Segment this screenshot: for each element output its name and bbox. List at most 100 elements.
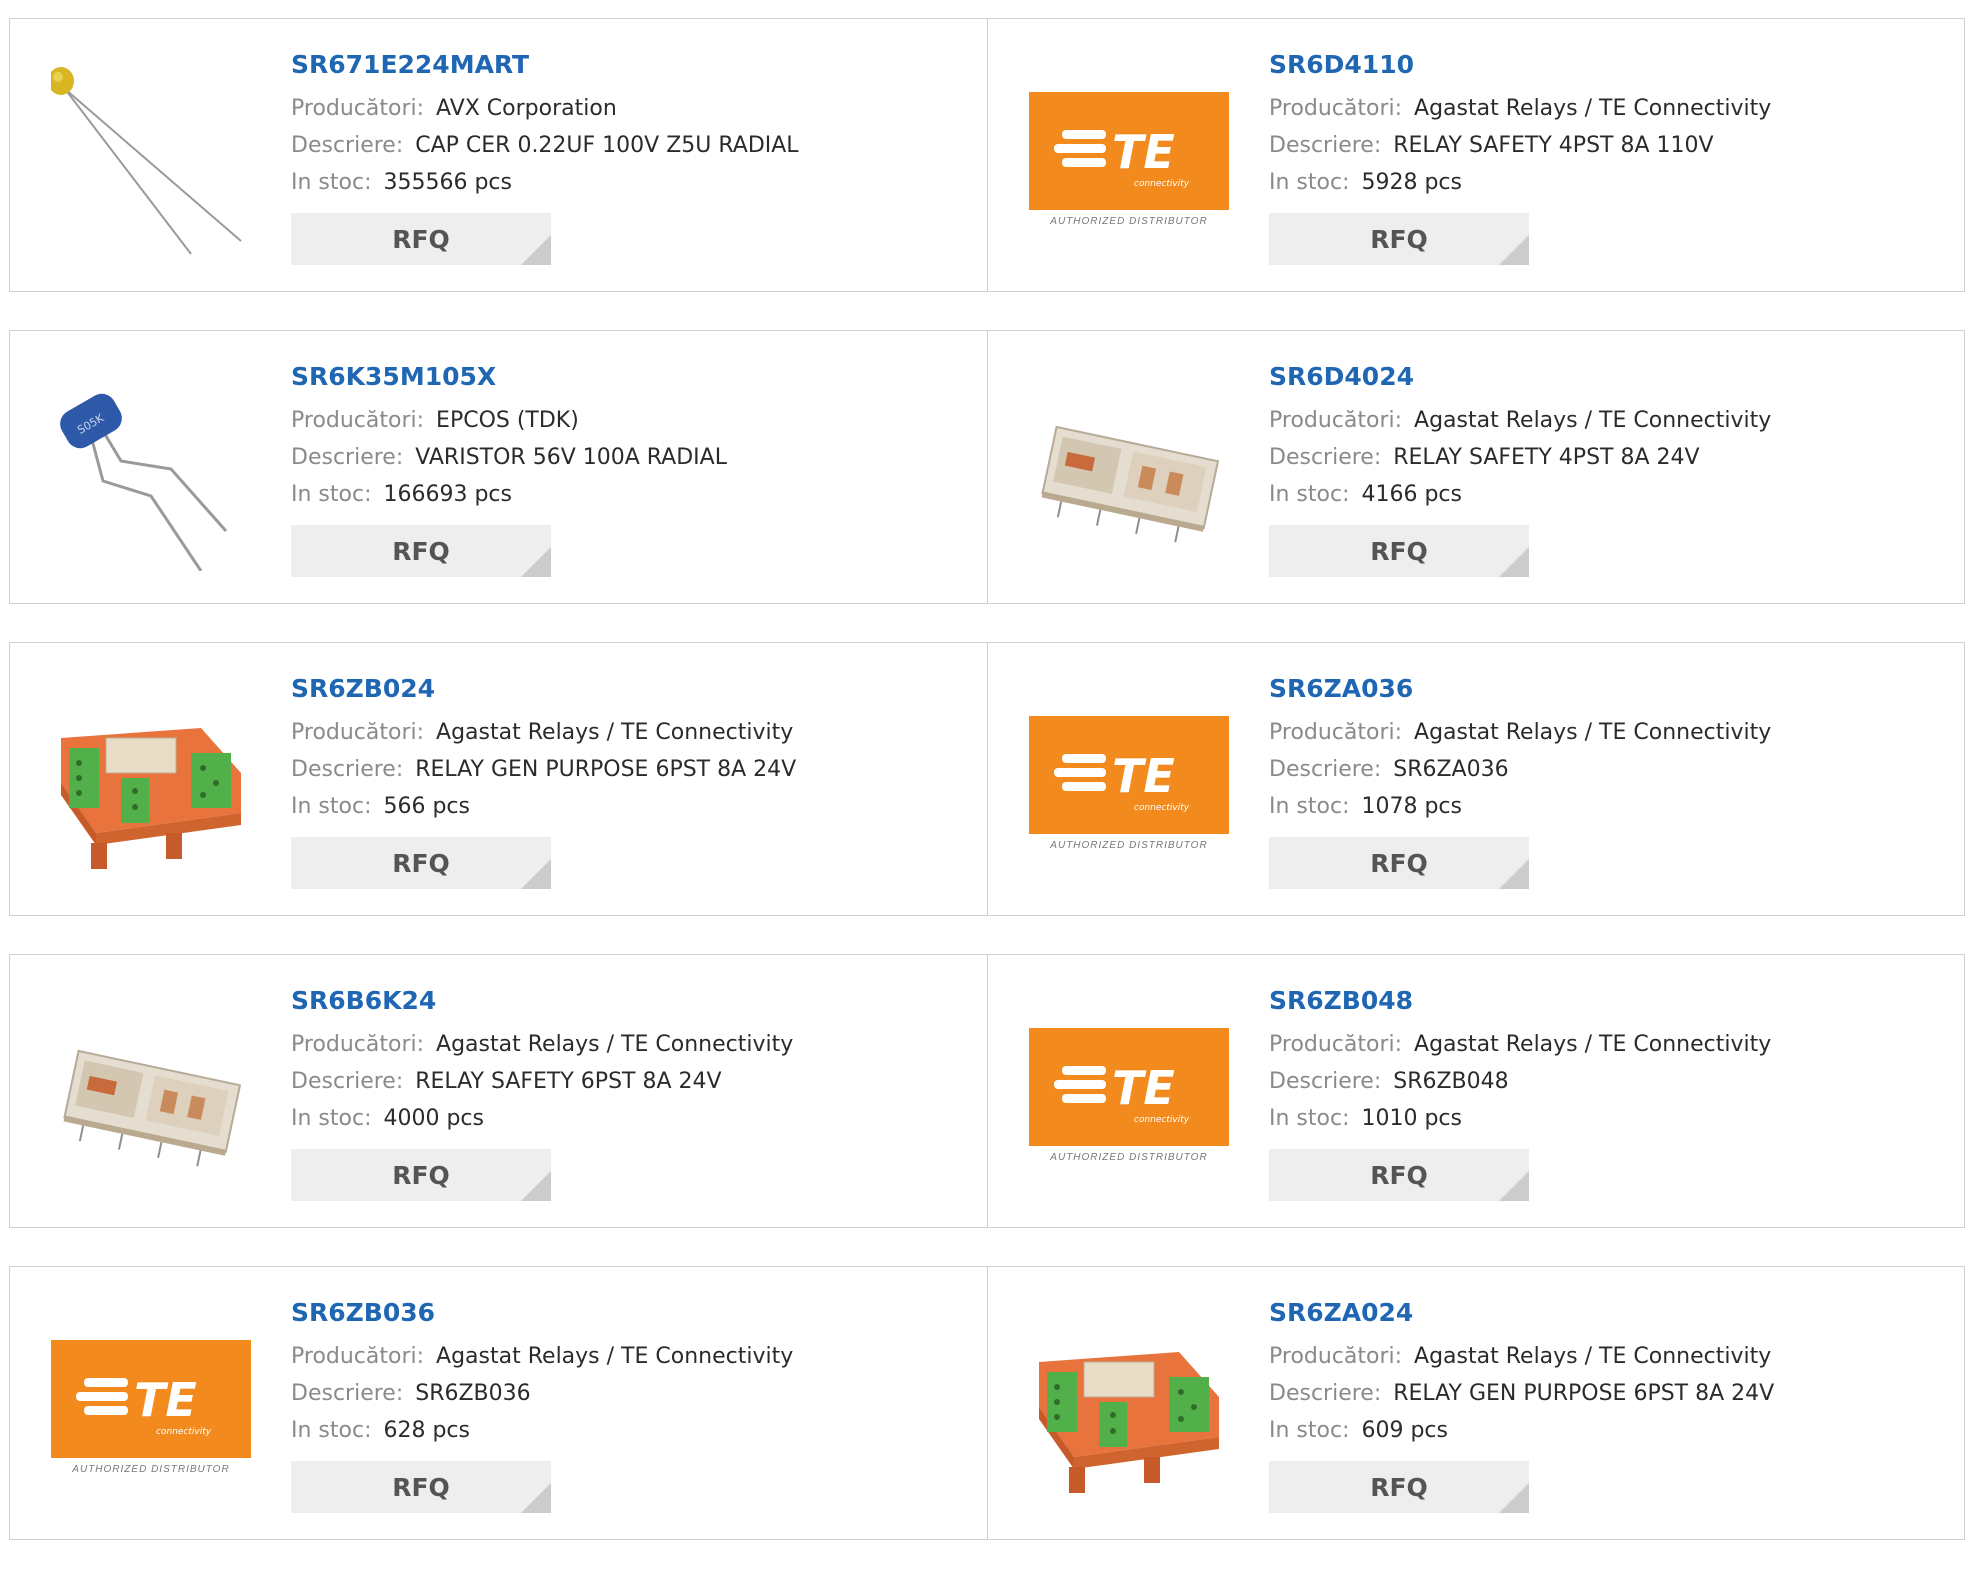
relay-module-image[interactable] — [51, 683, 251, 883]
rfq-button[interactable]: RFQ — [1269, 1149, 1529, 1201]
description-line: Descriere: RELAY SAFETY 4PST 8A 110V — [1269, 127, 1954, 164]
part-number-link[interactable]: SR6D4024 — [1269, 359, 1954, 395]
rfq-button[interactable]: RFQ — [291, 525, 551, 577]
authorized-distributor-label: AUTHORIZED DISTRIBUTOR — [1050, 839, 1208, 851]
manufacturer-line: Producători: EPCOS (TDK) — [291, 402, 977, 439]
manufacturer-value: Agastat Relays / TE Connectivity — [1414, 1344, 1772, 1369]
rfq-button-label: RFQ — [1370, 1160, 1428, 1190]
product-card: SR6D4024 Producători: Agastat Relays / TE… — [987, 331, 1964, 603]
description-line: Descriere: RELAY SAFETY 4PST 8A 24V — [1269, 439, 1954, 476]
corner-triangle-icon — [1499, 1171, 1529, 1201]
rfq-button[interactable]: RFQ — [1269, 525, 1529, 577]
stock-value: 4000 pcs — [383, 1106, 484, 1131]
manufacturer-value: Agastat Relays / TE Connectivity — [1414, 408, 1772, 433]
description-line: Descriere: SR6ZB048 — [1269, 1063, 1954, 1100]
product-card: SR6B6K24 Producători: Agastat Relays / TE… — [10, 955, 987, 1227]
description-label: Descriere: — [291, 1069, 404, 1094]
te-logo-box: TE connectivity — [1029, 91, 1229, 210]
description-label: Descriere: — [291, 757, 404, 782]
manufacturer-value: Agastat Relays / TE Connectivity — [1414, 1032, 1772, 1057]
description-value: SR6ZB048 — [1393, 1069, 1509, 1094]
stock-value: 1010 pcs — [1361, 1106, 1462, 1131]
product-row: SR6B6K24 Producători: Agastat Relays / TE… — [9, 954, 1965, 1228]
svg-text:TE: TE — [1112, 1061, 1175, 1115]
product-card: SR671E224MART Producători: AVX Corporatio… — [10, 19, 987, 291]
stock-label: In stoc: — [1269, 482, 1350, 507]
part-number-link[interactable]: SR671E224MART — [291, 47, 977, 83]
authorized-distributor-label: AUTHORIZED DISTRIBUTOR — [1050, 215, 1208, 227]
corner-triangle-icon — [1499, 235, 1529, 265]
stock-label: In stoc: — [291, 1418, 372, 1443]
safety-relay-image[interactable] — [1029, 371, 1229, 571]
description-line: Descriere: SR6ZB036 — [291, 1375, 977, 1412]
product-row: TE connectivity AUTHORIZED DISTRIBUTOR SR6… — [9, 1266, 1965, 1540]
relay-module-image[interactable] — [1029, 1307, 1229, 1507]
stock-label: In stoc: — [1269, 1106, 1350, 1131]
part-number-link[interactable]: SR6ZA024 — [1269, 1295, 1954, 1331]
te-logo-image[interactable]: TE connectivity AUTHORIZED DISTRIBUTOR — [1029, 59, 1229, 259]
stock-line: In stoc: 5928 pcs — [1269, 164, 1954, 201]
safety-relay-image[interactable] — [51, 995, 251, 1195]
product-row: S05K SR6K35M105X Producători: EPCOS (TDK)… — [9, 330, 1965, 604]
te-logo-image[interactable]: TE connectivity AUTHORIZED DISTRIBUTOR — [51, 1307, 251, 1507]
svg-text:connectivity: connectivity — [1134, 1115, 1190, 1125]
description-line: Descriere: RELAY GEN PURPOSE 6PST 8A 24V — [291, 751, 977, 788]
description-value: VARISTOR 56V 100A RADIAL — [415, 445, 727, 470]
rfq-button[interactable]: RFQ — [1269, 1461, 1529, 1513]
part-number-link[interactable]: SR6D4110 — [1269, 47, 1954, 83]
manufacturer-line: Producători: Agastat Relays / TE Connecti… — [1269, 1338, 1954, 1375]
part-number-link[interactable]: SR6ZA036 — [1269, 671, 1954, 707]
part-number-link[interactable]: SR6ZB024 — [291, 671, 977, 707]
part-number-link[interactable]: SR6ZB036 — [291, 1295, 977, 1331]
manufacturer-label: Producători: — [1269, 720, 1403, 745]
part-number-link[interactable]: SR6B6K24 — [291, 983, 977, 1019]
stock-value: 166693 pcs — [383, 482, 512, 507]
manufacturer-label: Producători: — [1269, 1344, 1403, 1369]
rfq-button-label: RFQ — [1370, 224, 1428, 254]
manufacturer-label: Producători: — [1269, 408, 1403, 433]
description-label: Descriere: — [1269, 1069, 1382, 1094]
description-label: Descriere: — [1269, 757, 1382, 782]
manufacturer-value: Agastat Relays / TE Connectivity — [436, 1032, 794, 1057]
manufacturer-value: Agastat Relays / TE Connectivity — [1414, 96, 1772, 121]
product-card: S05K SR6K35M105X Producători: EPCOS (TDK)… — [10, 331, 987, 603]
rfq-button[interactable]: RFQ — [1269, 837, 1529, 889]
description-value: RELAY GEN PURPOSE 6PST 8A 24V — [1393, 1381, 1775, 1406]
stock-label: In stoc: — [1269, 794, 1350, 819]
te-connectivity-logo: TE connectivity AUTHORIZED DISTRIBUTOR — [1029, 715, 1229, 851]
stock-value: 628 pcs — [383, 1418, 470, 1443]
corner-triangle-icon — [521, 235, 551, 265]
manufacturer-value: EPCOS (TDK) — [436, 408, 579, 433]
stock-label: In stoc: — [291, 170, 372, 195]
stock-value: 609 pcs — [1361, 1418, 1448, 1443]
rfq-button[interactable]: RFQ — [291, 837, 551, 889]
product-card: SR6ZA024 Producători: Agastat Relays / TE… — [987, 1267, 1964, 1539]
product-info: SR6D4024 Producători: Agastat Relays / TE… — [1269, 359, 1954, 577]
rfq-button[interactable]: RFQ — [291, 1461, 551, 1513]
part-number-link[interactable]: SR6ZB048 — [1269, 983, 1954, 1019]
stock-line: In stoc: 166693 pcs — [291, 476, 977, 513]
manufacturer-label: Producători: — [291, 1032, 425, 1057]
rfq-button[interactable]: RFQ — [1269, 213, 1529, 265]
rfq-button[interactable]: RFQ — [291, 1149, 551, 1201]
stock-label: In stoc: — [291, 482, 372, 507]
varistor-image[interactable]: S05K — [51, 371, 251, 571]
rfq-button-label: RFQ — [1370, 1472, 1428, 1502]
description-value: RELAY SAFETY 4PST 8A 110V — [1393, 133, 1714, 158]
manufacturer-line: Producători: AVX Corporation — [291, 90, 977, 127]
product-card: TE connectivity AUTHORIZED DISTRIBUTOR SR6… — [987, 19, 1964, 291]
svg-text:connectivity: connectivity — [156, 1427, 212, 1437]
corner-triangle-icon — [521, 1171, 551, 1201]
te-logo-image[interactable]: TE connectivity AUTHORIZED DISTRIBUTOR — [1029, 995, 1229, 1195]
te-logo-image[interactable]: TE connectivity AUTHORIZED DISTRIBUTOR — [1029, 683, 1229, 883]
manufacturer-label: Producători: — [291, 96, 425, 121]
ceramic-capacitor-image[interactable] — [51, 59, 251, 259]
rfq-button-label: RFQ — [392, 1472, 450, 1502]
stock-line: In stoc: 628 pcs — [291, 1412, 977, 1449]
description-line: Descriere: SR6ZA036 — [1269, 751, 1954, 788]
part-number-link[interactable]: SR6K35M105X — [291, 359, 977, 395]
stock-label: In stoc: — [1269, 170, 1350, 195]
rfq-button[interactable]: RFQ — [291, 213, 551, 265]
corner-triangle-icon — [521, 1483, 551, 1513]
product-info: SR671E224MART Producători: AVX Corporatio… — [291, 47, 977, 265]
